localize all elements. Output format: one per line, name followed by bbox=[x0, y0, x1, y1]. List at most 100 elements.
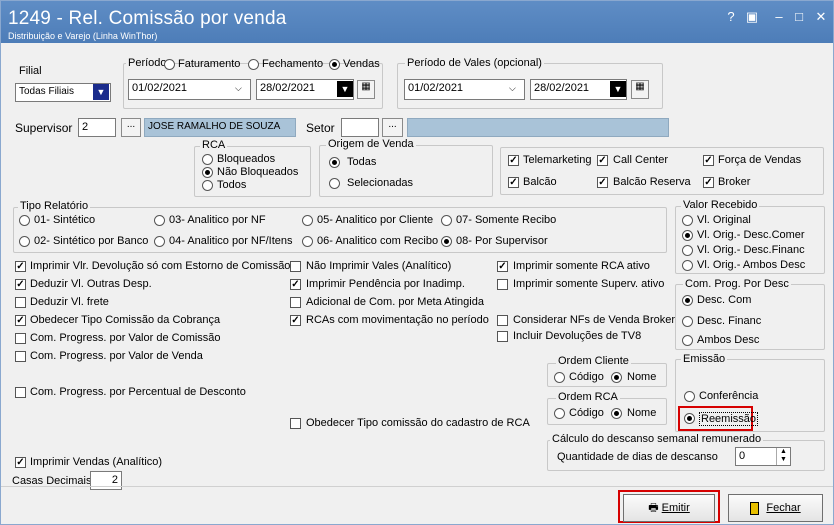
todos-label: Todos bbox=[217, 179, 247, 191]
check-prog-venda[interactable] bbox=[15, 351, 26, 362]
supervisor-lookup-button[interactable]: ... bbox=[121, 118, 141, 137]
check-obedecer-cobranca[interactable]: ✓ bbox=[15, 315, 26, 326]
help-icon[interactable]: ? bbox=[723, 9, 739, 25]
radio-rca-codigo[interactable] bbox=[554, 408, 565, 419]
check-prog-comissao[interactable] bbox=[15, 333, 26, 344]
rca-nome-label: Nome bbox=[627, 407, 657, 419]
radio-desc-com[interactable] bbox=[682, 295, 693, 306]
cliente-nome-label: Nome bbox=[627, 371, 657, 383]
radio-bloqueados[interactable] bbox=[202, 154, 213, 165]
chevron-down-icon[interactable]: ⌵ bbox=[509, 83, 516, 94]
radio-tipo-01[interactable] bbox=[19, 215, 30, 226]
radio-vl-original[interactable] bbox=[682, 215, 693, 226]
periodo-to-dropdown-icon[interactable]: ▼ bbox=[337, 81, 353, 97]
tipo-06-label: 06- Analitico com Recibo bbox=[317, 235, 439, 247]
maximize-icon[interactable]: □ bbox=[791, 9, 807, 25]
radio-tipo-06[interactable] bbox=[302, 236, 313, 247]
check-balcao[interactable]: ✓ bbox=[508, 177, 519, 188]
calendar-icon[interactable]: ▦ bbox=[631, 80, 649, 99]
radio-vl-desc-financ[interactable] bbox=[682, 245, 693, 256]
radio-tipo-02[interactable] bbox=[19, 236, 30, 247]
chevron-down-icon[interactable]: ⌵ bbox=[235, 83, 242, 94]
vendas-label: Vendas bbox=[343, 58, 380, 70]
radio-conferencia[interactable] bbox=[684, 391, 695, 402]
cliente-codigo-label: Código bbox=[569, 371, 604, 383]
check-deduzir-outras[interactable]: ✓ bbox=[15, 279, 26, 290]
check-prog-desconto[interactable] bbox=[15, 387, 26, 398]
radio-faturamento[interactable] bbox=[164, 59, 175, 70]
spin-arrows-icon[interactable]: ▲ ▼ bbox=[776, 448, 790, 465]
obedecer-tipo-rca-label: Obedecer Tipo comissão do cadastro de RC… bbox=[306, 417, 530, 429]
restore-icon[interactable]: ▣ bbox=[744, 9, 760, 25]
radio-origem-todas[interactable] bbox=[329, 157, 340, 168]
check-telemarketing[interactable]: ✓ bbox=[508, 155, 519, 166]
setor-lookup-button[interactable]: ... bbox=[382, 118, 403, 137]
emitir-button[interactable]: 🖶 Emitir bbox=[623, 494, 715, 522]
check-nao-imprimir-vales[interactable] bbox=[290, 261, 301, 272]
radio-tipo-04[interactable] bbox=[154, 236, 165, 247]
radio-vl-desc-comer[interactable] bbox=[682, 230, 693, 241]
setor-code-input[interactable] bbox=[341, 118, 379, 137]
radio-tipo-03[interactable] bbox=[154, 215, 165, 226]
tipo-01-label: 01- Sintético bbox=[34, 214, 96, 226]
check-obedecer-tipo-rca[interactable] bbox=[290, 418, 301, 429]
vl-original-label: Vl. Original bbox=[697, 214, 751, 226]
radio-reemissao[interactable] bbox=[684, 413, 695, 424]
tipo-03-label: 03- Analitico por NF bbox=[169, 214, 266, 226]
radio-cliente-codigo[interactable] bbox=[554, 372, 565, 383]
valor-recebido-label: Valor Recebido bbox=[681, 199, 760, 211]
radio-vl-ambos[interactable] bbox=[682, 260, 693, 271]
rca-ativo-label: Imprimir somente RCA ativo bbox=[513, 260, 650, 272]
radio-nao-bloqueados[interactable] bbox=[202, 167, 213, 178]
casas-decimais-input[interactable]: 2 bbox=[90, 471, 122, 490]
supervisor-name-value: JOSE RAMALHO DE SOUZA bbox=[148, 121, 281, 132]
check-nfs-broker[interactable] bbox=[497, 315, 508, 326]
radio-tipo-07[interactable] bbox=[441, 215, 452, 226]
check-imprimir-devolucao[interactable]: ✓ bbox=[15, 261, 26, 272]
radio-fechamento[interactable] bbox=[248, 59, 259, 70]
broker-label: Broker bbox=[718, 176, 751, 188]
close-icon[interactable]: ✕ bbox=[813, 9, 829, 25]
vales-from-date[interactable]: 01/02/2021 bbox=[404, 79, 525, 100]
check-broker[interactable]: ✓ bbox=[703, 177, 714, 188]
check-deduzir-frete[interactable] bbox=[15, 297, 26, 308]
nfs-broker-label: Considerar NFs de Venda Broker bbox=[513, 314, 676, 326]
check-pendencia[interactable]: ✓ bbox=[290, 279, 301, 290]
fechar-label: Fechar bbox=[766, 502, 801, 514]
radio-tipo-08[interactable] bbox=[441, 236, 452, 247]
radio-todos[interactable] bbox=[202, 180, 213, 191]
radio-tipo-05[interactable] bbox=[302, 215, 313, 226]
check-rcas-movimentacao[interactable]: ✓ bbox=[290, 315, 301, 326]
emissao-label: Emissão bbox=[681, 353, 728, 365]
check-superv-ativo[interactable] bbox=[497, 279, 508, 290]
check-devolucoes-tv8[interactable] bbox=[497, 331, 508, 342]
radio-cliente-nome[interactable] bbox=[611, 372, 622, 383]
filial-dropdown-icon[interactable]: ▼ bbox=[93, 84, 109, 100]
calendar-icon[interactable]: ▦ bbox=[357, 80, 375, 99]
origem-group bbox=[319, 145, 493, 197]
radio-desc-financ[interactable] bbox=[682, 316, 693, 327]
periodo-from-date[interactable]: 01/02/2021 bbox=[128, 79, 251, 100]
radio-origem-selecionadas[interactable] bbox=[329, 178, 340, 189]
origem-label: Origem de Venda bbox=[326, 138, 416, 150]
check-forca-vendas[interactable]: ✓ bbox=[703, 155, 714, 166]
check-call-center[interactable]: ✓ bbox=[597, 155, 608, 166]
setor-label: Setor bbox=[306, 121, 335, 135]
vales-to-dropdown-icon[interactable]: ▼ bbox=[610, 81, 626, 97]
radio-rca-nome[interactable] bbox=[611, 408, 622, 419]
origem-todas-label: Todas bbox=[347, 156, 377, 168]
vales-to-value: 28/02/2021 bbox=[534, 82, 590, 94]
supervisor-code-input[interactable]: 2 bbox=[78, 118, 116, 137]
minimize-icon[interactable]: – bbox=[771, 9, 787, 25]
pendencia-label: Imprimir Pendência por Inadimp. bbox=[306, 278, 465, 290]
check-balcao-reserva[interactable]: ✓ bbox=[597, 177, 608, 188]
desc-financ-label: Desc. Financ bbox=[697, 315, 762, 327]
check-adicional-meta[interactable] bbox=[290, 297, 301, 308]
radio-ambos-desc[interactable] bbox=[682, 335, 693, 346]
radio-vendas[interactable] bbox=[329, 59, 340, 70]
faturamento-label: Faturamento bbox=[178, 58, 241, 70]
vl-desc-comer-label: Vl. Orig.- Desc.Comer bbox=[697, 229, 805, 241]
check-imprimir-vendas[interactable]: ✓ bbox=[15, 457, 26, 468]
fechar-button[interactable]: Fechar bbox=[728, 494, 823, 522]
check-rca-ativo[interactable]: ✓ bbox=[497, 261, 508, 272]
